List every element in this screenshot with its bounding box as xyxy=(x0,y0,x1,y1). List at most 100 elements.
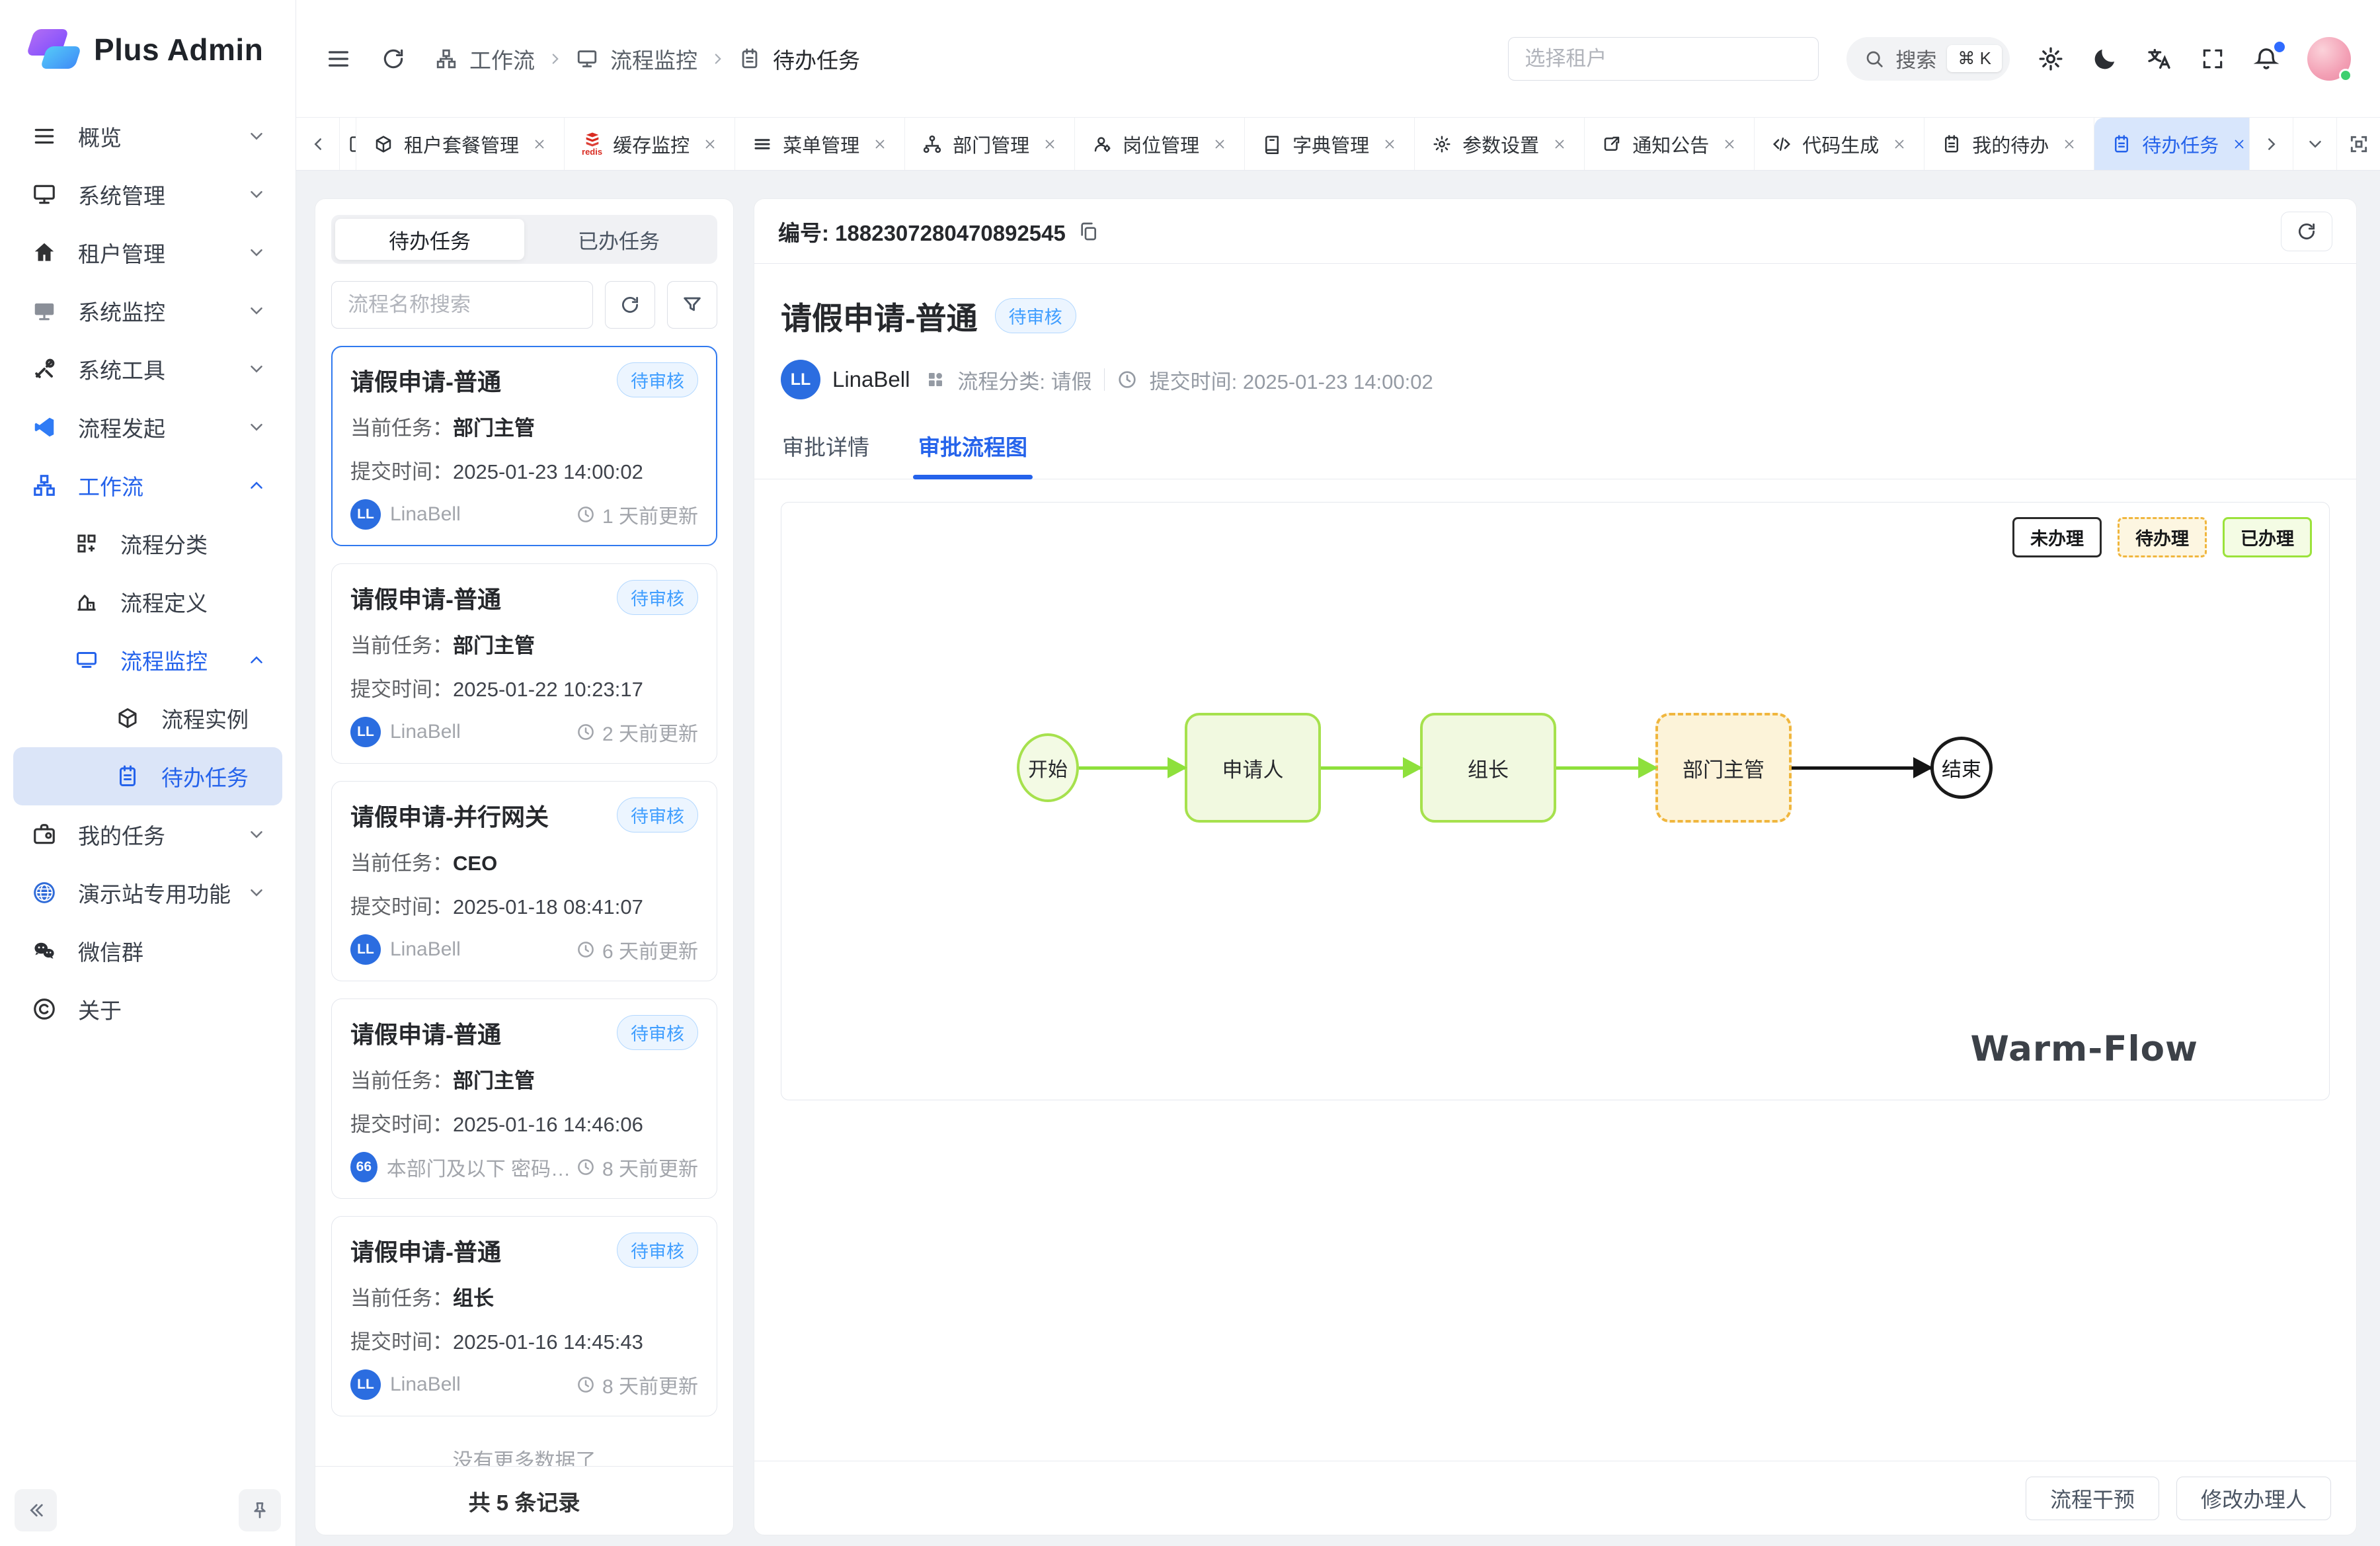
flow-node-start[interactable]: 开始 xyxy=(1017,733,1079,802)
sidebar-item-system-tools[interactable]: 系统工具 xyxy=(13,340,282,398)
chevron-down-icon xyxy=(247,243,266,263)
app-logo-icon xyxy=(26,29,78,70)
close-icon[interactable] xyxy=(1043,137,1057,151)
hamburger-menu-icon[interactable] xyxy=(325,46,352,72)
app-logo[interactable]: Plus Admin xyxy=(0,0,296,90)
tab-tenant-package[interactable]: 租户套餐管理 xyxy=(356,118,565,170)
task-card[interactable]: 请假申请-普通 待审核 当前任务：部门主管 提交时间：2025-01-16 14… xyxy=(331,998,717,1199)
task-type-toggle: 待办任务 已办任务 xyxy=(331,215,717,264)
close-icon[interactable] xyxy=(2062,137,2077,151)
sidebar-item-system-monitor[interactable]: 系统监控 xyxy=(13,282,282,340)
tab-menu-mgmt[interactable]: 菜单管理 xyxy=(735,118,905,170)
monitor-icon xyxy=(29,182,60,207)
tabs-dropdown-button[interactable] xyxy=(2293,118,2336,170)
sidebar-item-todo-tasks[interactable]: 待办任务 xyxy=(13,747,282,805)
chevron-right-icon xyxy=(547,50,564,67)
dark-mode-moon-icon[interactable] xyxy=(2092,46,2118,72)
avatar: LL xyxy=(781,360,820,399)
tab-param-settings[interactable]: 参数设置 xyxy=(1415,118,1585,170)
close-icon[interactable] xyxy=(703,137,717,151)
close-icon[interactable] xyxy=(1722,137,1737,151)
close-icon[interactable] xyxy=(1382,137,1397,151)
process-intervene-button[interactable]: 流程干预 xyxy=(2026,1477,2159,1520)
globe-icon xyxy=(29,880,60,905)
tab-todo-tasks-active[interactable]: 待办任务 xyxy=(2094,118,2249,170)
fullscreen-icon[interactable] xyxy=(2200,46,2225,71)
language-translate-icon[interactable] xyxy=(2146,46,2172,72)
sidebar-item-process-start[interactable]: 流程发起 xyxy=(13,398,282,456)
divider xyxy=(1104,368,1105,391)
task-card[interactable]: 请假申请-普通 待审核 当前任务：部门主管 提交时间：2025-01-22 10… xyxy=(331,563,717,764)
tab-cache-monitor[interactable]: redis 缓存监控 xyxy=(565,118,735,170)
breadcrumb-item[interactable]: 流程监控 xyxy=(610,43,697,75)
tabs-scroll-right-button[interactable] xyxy=(2249,118,2293,170)
tenant-select[interactable] xyxy=(1508,37,1819,81)
settings-gear-icon[interactable] xyxy=(2038,46,2064,72)
sidebar-item-tenant-mgmt[interactable]: 租户管理 xyxy=(13,224,282,282)
tab-department-mgmt[interactable]: 部门管理 xyxy=(905,118,1075,170)
tab-approval-detail[interactable]: 审批详情 xyxy=(782,430,869,479)
copy-icon[interactable] xyxy=(1078,221,1099,242)
global-search-button[interactable]: 搜索 ⌘ K xyxy=(1846,37,2010,81)
sidebar-pin-button[interactable] xyxy=(239,1489,281,1531)
flow-node-end[interactable]: 结束 xyxy=(1930,737,1993,799)
sidebar-item-process-monitor[interactable]: 流程监控 xyxy=(13,631,282,689)
clipboard-icon xyxy=(1942,134,1962,154)
tab-clipped[interactable] xyxy=(340,118,356,170)
sidebar-item-process-instance[interactable]: 流程实例 xyxy=(13,689,282,747)
initiator-name: LinaBell xyxy=(832,367,910,392)
sidebar-item-wechat-group[interactable]: 微信群 xyxy=(13,922,282,980)
package-icon xyxy=(374,134,393,154)
flow-node-dept-manager[interactable]: 部门主管 xyxy=(1655,713,1792,823)
detail-refresh-button[interactable] xyxy=(2281,212,2332,251)
tab-my-todo[interactable]: 我的待办 xyxy=(1924,118,2094,170)
notifications-bell-icon[interactable] xyxy=(2253,46,2280,72)
sidebar-collapse-button[interactable] xyxy=(15,1489,57,1531)
tools-icon xyxy=(29,356,60,382)
content-area: 待办任务 已办任务 请假申请-普通 待审核 xyxy=(296,171,2380,1546)
sidebar-item-my-tasks[interactable]: 我的任务 xyxy=(13,805,282,864)
close-icon[interactable] xyxy=(532,137,547,151)
tab-code-gen[interactable]: 代码生成 xyxy=(1755,118,1924,170)
sidebar-item-demo-features[interactable]: 演示站专用功能 xyxy=(13,864,282,922)
flow-node-applicant[interactable]: 申请人 xyxy=(1185,713,1321,823)
process-search-input[interactable] xyxy=(332,293,593,317)
sidebar-item-overview[interactable]: 概览 xyxy=(13,107,282,165)
legend-not-handled: 未办理 xyxy=(2012,517,2102,557)
toggle-todo-tasks[interactable]: 待办任务 xyxy=(335,219,524,260)
monitor-icon xyxy=(71,648,102,672)
sidebar-item-process-definition[interactable]: 流程定义 xyxy=(13,573,282,631)
task-card[interactable]: 请假申请-并行网关 待审核 当前任务：CEO 提交时间：2025-01-18 0… xyxy=(331,781,717,981)
avatar: LL xyxy=(350,717,381,747)
process-category: 流程分类: 请假 xyxy=(957,365,1091,395)
process-title: 请假申请-普通 xyxy=(781,293,978,339)
sidebar-item-workflow[interactable]: 工作流 xyxy=(13,456,282,514)
chevron-up-icon xyxy=(247,650,266,670)
filter-button[interactable] xyxy=(667,281,717,329)
breadcrumb-item[interactable]: 工作流 xyxy=(469,43,535,75)
modify-assignee-button[interactable]: 修改办理人 xyxy=(2176,1477,2331,1520)
close-icon[interactable] xyxy=(1552,137,1567,151)
sidebar-item-about[interactable]: 关于 xyxy=(13,980,282,1038)
reset-refresh-button[interactable] xyxy=(605,281,655,329)
toggle-done-tasks[interactable]: 已办任务 xyxy=(524,219,713,260)
tab-post-mgmt[interactable]: 岗位管理 xyxy=(1075,118,1245,170)
page-refresh-icon[interactable] xyxy=(381,46,406,71)
sidebar-item-system-mgmt[interactable]: 系统管理 xyxy=(13,165,282,224)
flow-node-team-leader[interactable]: 组长 xyxy=(1420,713,1556,823)
close-icon[interactable] xyxy=(1892,137,1907,151)
close-icon[interactable] xyxy=(873,137,887,151)
close-icon[interactable] xyxy=(1212,137,1227,151)
content-fullscreen-icon[interactable] xyxy=(2336,118,2380,170)
tab-approval-flowchart[interactable]: 审批流程图 xyxy=(918,430,1027,479)
tab-dict-mgmt[interactable]: 字典管理 xyxy=(1245,118,1415,170)
tab-notice[interactable]: 通知公告 xyxy=(1585,118,1755,170)
tabs-scroll-left-button[interactable] xyxy=(296,118,340,170)
flowchart-canvas[interactable]: 未办理 待办理 已办理 开始 申请人 组长 部门主管 结束 Warm-Flow xyxy=(781,502,2330,1100)
close-icon[interactable] xyxy=(2232,137,2246,151)
status-badge: 待审核 xyxy=(995,298,1076,333)
task-card[interactable]: 请假申请-普通 待审核 当前任务：部门主管 提交时间：2025-01-23 14… xyxy=(331,346,717,546)
user-avatar[interactable] xyxy=(2307,37,2351,81)
task-card[interactable]: 请假申请-普通 待审核 当前任务：组长 提交时间：2025-01-16 14:4… xyxy=(331,1216,717,1416)
sidebar-item-process-category[interactable]: 流程分类 xyxy=(13,514,282,573)
